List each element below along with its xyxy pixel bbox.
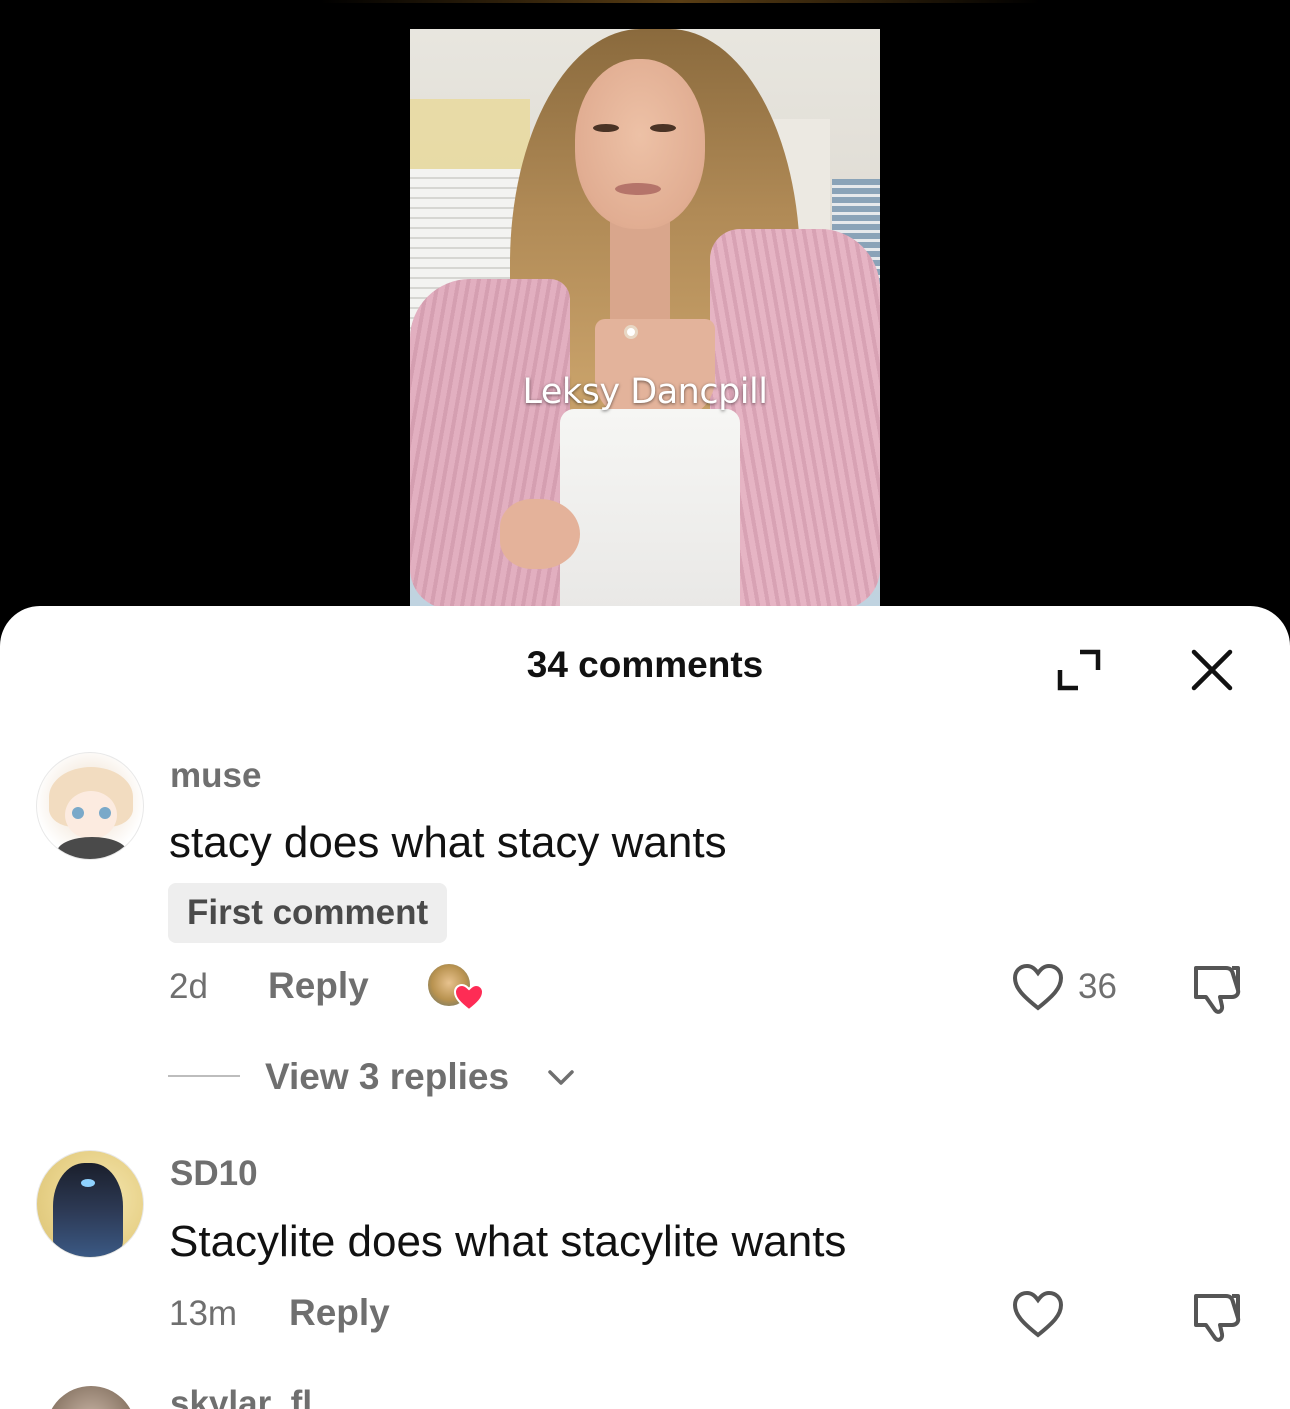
video-hand	[500, 499, 580, 569]
video-top	[560, 409, 740, 609]
video-eye	[650, 124, 676, 132]
thumbs-down-icon	[1194, 1294, 1241, 1342]
avatar-eye	[81, 1179, 95, 1187]
video-wall	[410, 99, 530, 169]
comment-timestamp: 2d	[169, 967, 208, 1006]
close-icon[interactable]	[1182, 640, 1242, 700]
video-caption: Leksy Dancpill	[522, 372, 768, 412]
comment-timestamp: 13m	[169, 1294, 238, 1333]
expand-icon[interactable]	[1052, 640, 1108, 696]
video-eye	[593, 124, 619, 132]
dislike-button[interactable]	[1188, 1288, 1246, 1344]
like-button[interactable]	[1010, 961, 1066, 1013]
avatar[interactable]	[36, 752, 144, 860]
comment-username[interactable]: muse	[170, 756, 261, 796]
chevron-down-icon[interactable]	[546, 1066, 576, 1090]
avatar-eye	[72, 807, 84, 819]
heart-outline-icon	[1012, 963, 1064, 1011]
heart-filled-icon	[454, 984, 484, 1012]
video-lips	[615, 183, 661, 195]
video-face	[575, 59, 705, 229]
heart-outline-icon	[1012, 1290, 1064, 1338]
avatar-eye	[99, 807, 111, 819]
view-replies-button[interactable]: View 3 replies	[265, 1056, 509, 1098]
replies-divider	[168, 1075, 240, 1077]
thumbs-down-icon	[1194, 966, 1241, 1014]
avatar-figure	[53, 1163, 123, 1257]
avatar[interactable]	[46, 1386, 136, 1409]
creator-liked-indicator	[426, 962, 486, 1012]
comment-text: Stacylite does what stacylite wants	[169, 1217, 847, 1266]
video-frame[interactable]: Leksy Dancpill	[410, 29, 880, 609]
reply-button[interactable]: Reply	[268, 965, 369, 1007]
video-player[interactable]: Leksy Dancpill	[0, 0, 1290, 620]
comments-sheet: 34 comments muse stacy does what stacy w…	[0, 606, 1290, 1409]
comment-text: stacy does what stacy wants	[169, 818, 727, 867]
video-pendant	[624, 325, 638, 339]
like-button[interactable]	[1010, 1288, 1066, 1340]
avatar[interactable]	[36, 1150, 144, 1258]
dislike-button[interactable]	[1188, 960, 1246, 1016]
comment-username[interactable]: skylar_fl	[170, 1384, 312, 1409]
like-count: 36	[1078, 967, 1117, 1006]
top-glow	[320, 0, 1040, 3]
first-comment-badge: First comment	[168, 883, 448, 943]
avatar-body	[57, 837, 127, 859]
reply-button[interactable]: Reply	[289, 1292, 390, 1334]
comment-username[interactable]: SD10	[170, 1154, 258, 1194]
